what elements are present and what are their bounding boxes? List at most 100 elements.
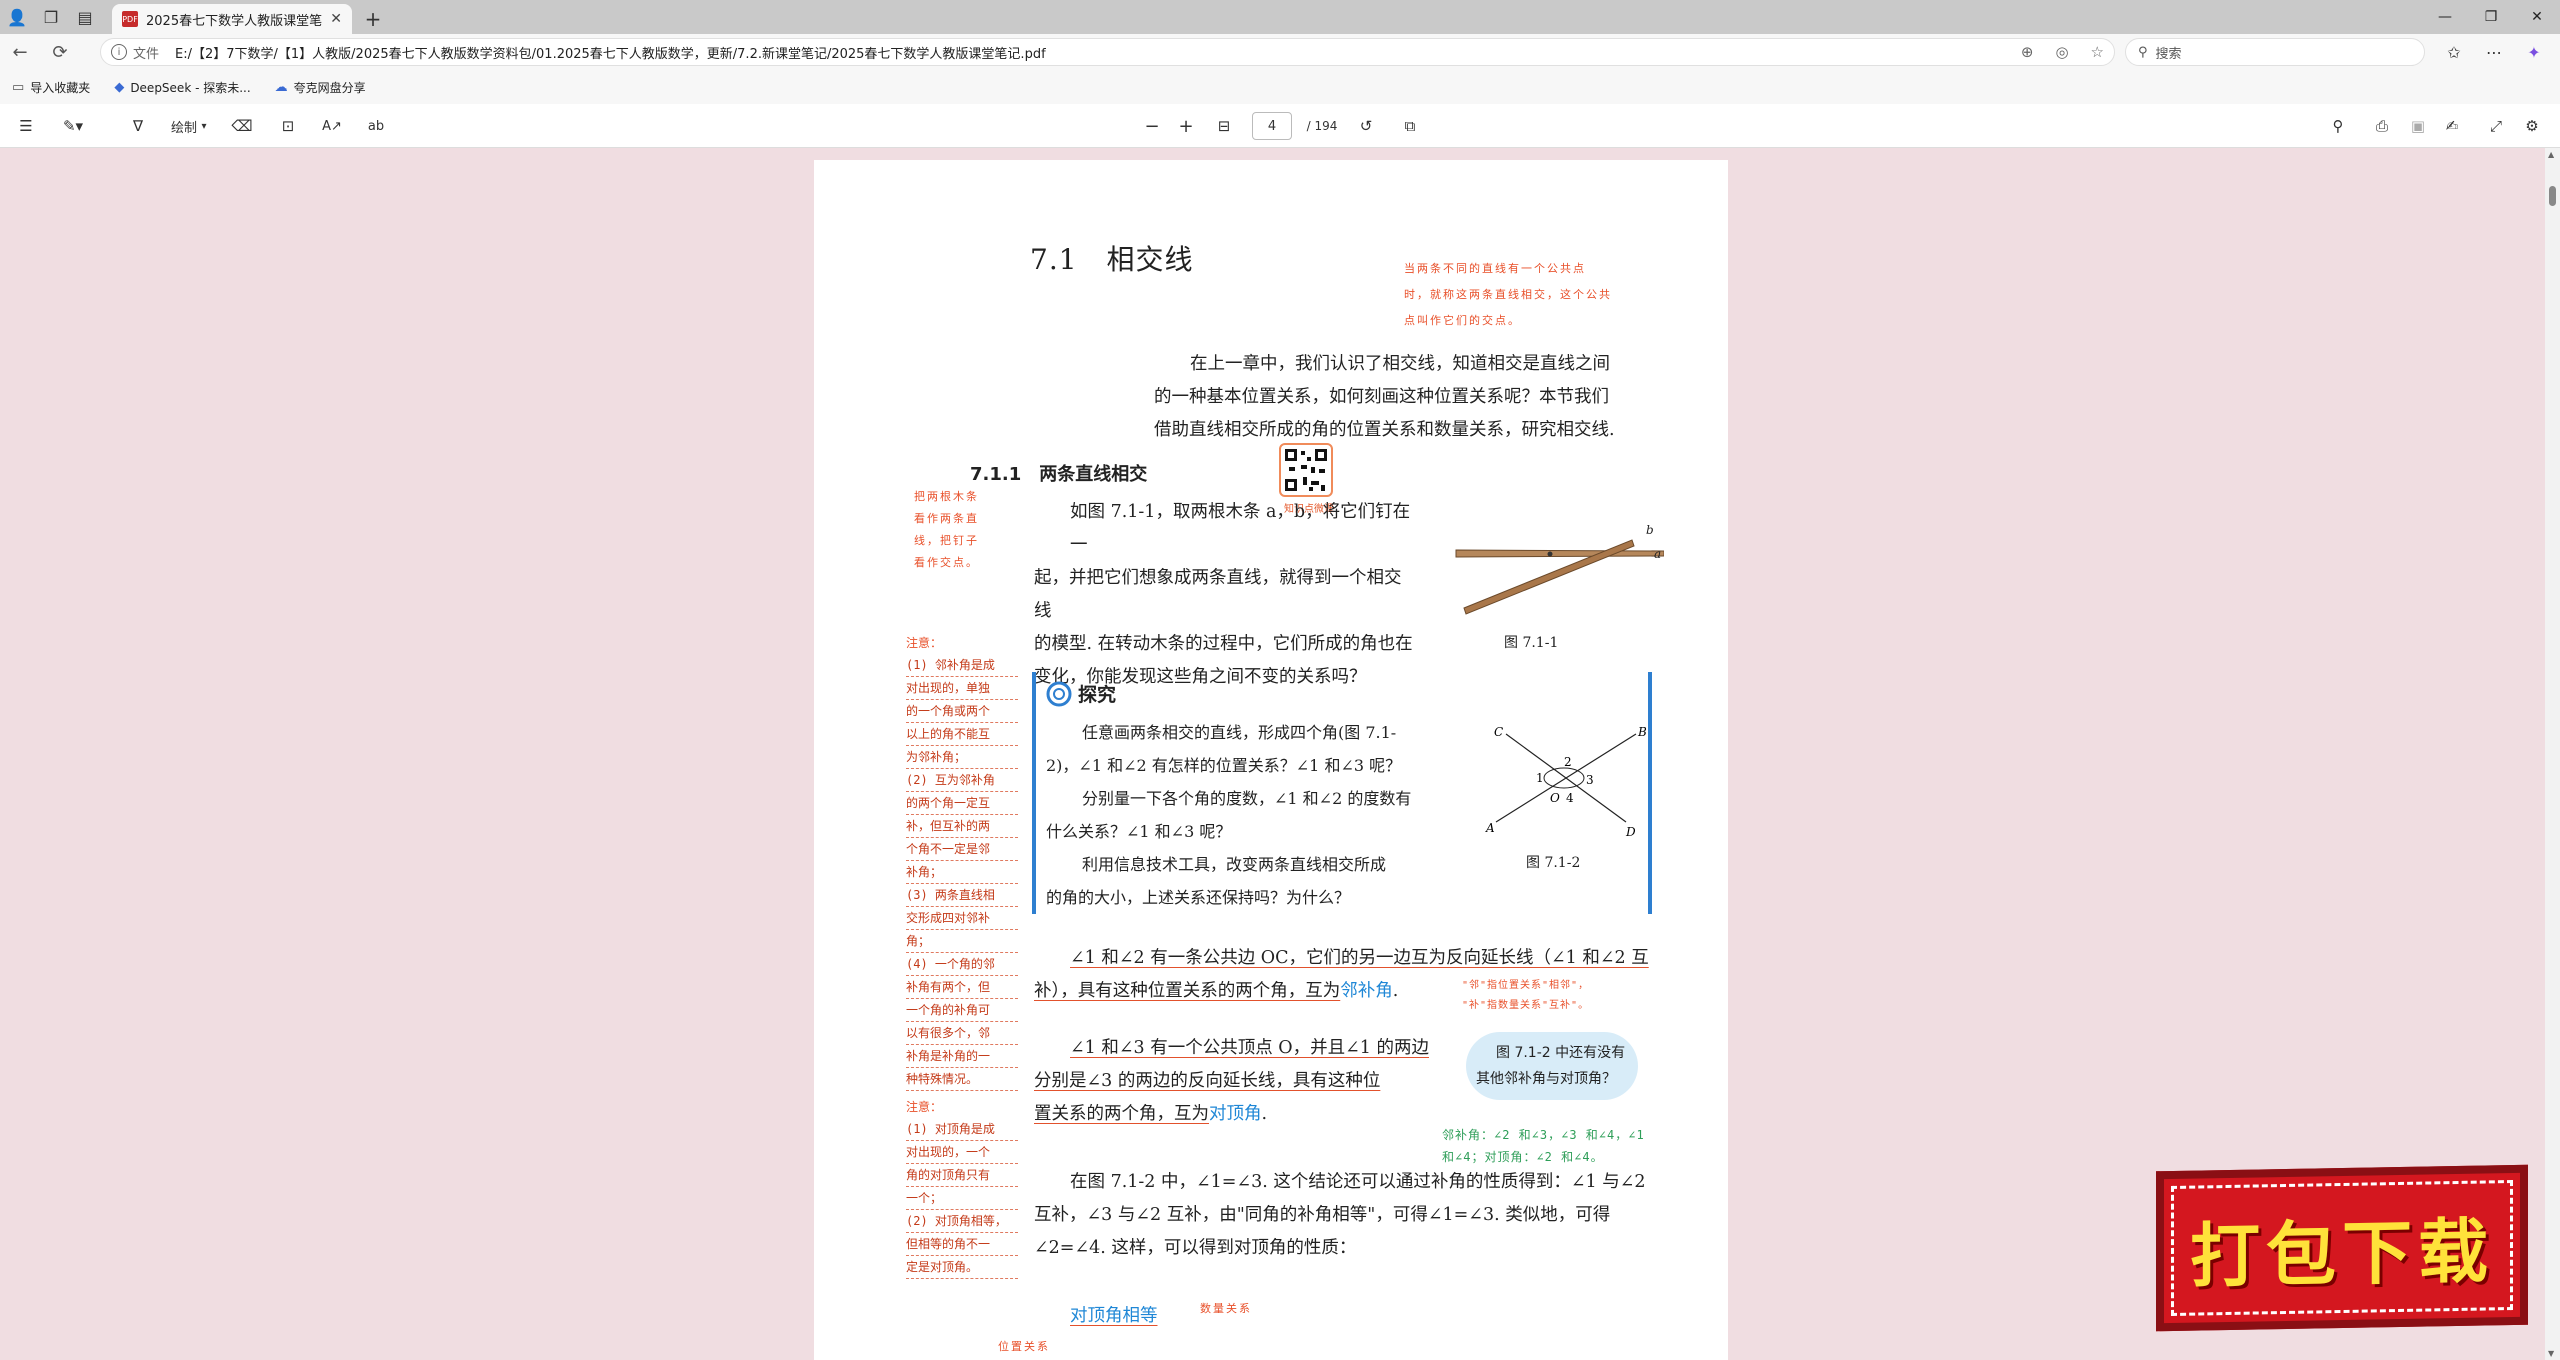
workspaces-icon[interactable]: ❐ [34, 0, 68, 34]
find-icon[interactable]: ⚲ [2326, 104, 2350, 148]
search-icon: ⚲ [2138, 44, 2148, 60]
address-bar[interactable]: i 文件 E:/【2】7下数学/【1】人教版/2025春七下人教版数学资料包/0… [100, 38, 2115, 66]
fullscreen-icon[interactable]: ⤢ [2484, 104, 2508, 148]
term-linbujiao: 邻补角 [1340, 981, 1393, 1001]
para-3: ∠1 和∠3 有一个公共顶点 O，并且∠1 的两边 分别是∠3 的两边的反向延长… [1034, 1038, 1429, 1124]
eraser-icon[interactable]: ⌫ [230, 104, 254, 148]
bookmarks-bar: ▭ 导入收藏夹 ◆ DeepSeek - 探索未... ☁ 夸克网盘分享 [0, 70, 2560, 104]
chevron-down-icon[interactable]: ▾ [196, 104, 212, 148]
para-1: 如图 7.1-1，取两根木条 a，b，将它们钉在一 起，并把它们想象成两条直线，… [1034, 502, 1413, 687]
left-note-1: 把两根木条 看作两条直 线，把钉子 看作交点。 [914, 490, 979, 569]
contents-icon[interactable]: ☰ [14, 104, 38, 148]
fig1-label-a: a [1654, 547, 1661, 561]
save-as-icon[interactable]: ✍ [2440, 104, 2464, 148]
url-text[interactable]: E:/【2】7下数学/【1】人教版/2025春七下人教版数学资料包/01.202… [175, 43, 2011, 62]
refresh-icon[interactable]: ⟳ [40, 34, 80, 70]
print-icon[interactable]: ⎙ [2370, 104, 2394, 148]
close-tab-icon[interactable]: ✕ [330, 11, 342, 27]
scroll-down-icon[interactable]: ▼ [2548, 1349, 2554, 1358]
new-tab-button[interactable]: + [358, 4, 388, 34]
favorite-star-icon[interactable]: ☆ [2091, 43, 2104, 61]
qr-pattern [1285, 449, 1327, 491]
rotate-icon[interactable]: ↺ [1354, 104, 1378, 148]
svg-text:C: C [1494, 725, 1503, 739]
fig1-label-b: b [1646, 523, 1654, 537]
copilot-icon[interactable]: ✦ [2516, 34, 2552, 70]
pdf-toolbar: ☰ ✎▾ ∇ 绘制 ▾ ⌫ ⊡ A↗ ab − + ⊟ 4 / 194 ↺ ⧉ … [0, 104, 2560, 148]
page-input-wrap: 4 [1252, 104, 1292, 148]
note-1: 注意： (1) 邻补角是成 对出现的，单独 的一个角或两个 以上的角不能互 为邻补角； … [906, 632, 1018, 1091]
note-2: 注意： (1) 对顶角是成 对出现的，一个 角的对顶角只有 一个； (2) 对顶角相等… [906, 1096, 1018, 1279]
fit-width-icon[interactable]: ⊟ [1210, 104, 1238, 148]
property-note-position: 位置关系 [998, 1340, 1050, 1353]
page-view-icon[interactable]: ⧉ [1398, 104, 1422, 148]
minimize-icon[interactable]: — [2422, 0, 2468, 34]
svg-text:D: D [1625, 825, 1636, 839]
favorites-icon[interactable]: ✩ [2436, 34, 2472, 70]
read-aloud-icon[interactable]: ◎ [2055, 43, 2068, 61]
download-banner[interactable]: 打包下载 [2156, 1164, 2528, 1332]
page-number-input[interactable]: 4 [1252, 112, 1292, 140]
scroll-thumb[interactable] [2549, 186, 2556, 206]
tab-actions-icon[interactable]: ▤ [68, 0, 102, 34]
bookmark-deepseek[interactable]: ◆ DeepSeek - 探索未... [114, 79, 250, 96]
text-box-icon[interactable]: ⊡ [276, 104, 300, 148]
restore-icon[interactable]: ❐ [2468, 0, 2514, 34]
svg-text:O: O [1550, 791, 1560, 805]
folder-icon: ▭ [12, 79, 25, 95]
explore-text: 任意画两条相交的直线，形成四个角(图 7.1- 2)，∠1 和∠2 有怎样的位置… [1046, 723, 1412, 907]
page-total: / 194 [1306, 119, 1338, 133]
fig2-caption: 图 7.1-2 [1526, 855, 1581, 871]
file-label: 文件 [133, 46, 160, 62]
question-bubble: 图 7.1-2 中还有没有 其他邻补角与对顶角？ [1466, 1032, 1638, 1100]
scroll-up-icon[interactable]: ▲ [2548, 150, 2554, 159]
intro-paragraph: 在上一章中，我们认识了相交线，知道相交是直线之间 的一种基本位置关系，如何刻画这… [1154, 354, 1615, 440]
translate-icon[interactable]: ab [362, 104, 390, 148]
term-duidingjiao: 对顶角 [1209, 1104, 1262, 1124]
pdf-icon: PDF [122, 11, 138, 27]
bookmark-import[interactable]: ▭ 导入收藏夹 [12, 79, 90, 96]
svg-text:4: 4 [1566, 791, 1574, 805]
text-size-icon[interactable]: A↗ [318, 104, 346, 148]
close-window-icon[interactable]: ✕ [2514, 0, 2560, 34]
property-term: 对顶角相等 [1070, 1306, 1158, 1326]
figure-7-1-1: b a [1455, 523, 1664, 615]
address-row: ← ⟳ i 文件 E:/【2】7下数学/【1】人教版/2025春七下人教版数学资… [0, 34, 2560, 70]
draw-icon[interactable]: ∇ [126, 104, 150, 148]
window-controls: — ❐ ✕ [2422, 0, 2560, 34]
tab-bar: 👤 ❐ ▤ PDF 2025春七下数学人教版课堂笔记.p ✕ + — ❐ ✕ [0, 0, 2560, 34]
para-4: 在图 7.1-2 中，∠1=∠3. 这个结论还可以通过补角的性质得到：∠1 与∠… [1034, 1172, 1646, 1258]
search-placeholder: 搜索 [2155, 46, 2182, 62]
highlight-icon[interactable]: ✎▾ [58, 104, 88, 148]
back-icon[interactable]: ← [0, 34, 40, 70]
svg-text:A: A [1485, 821, 1495, 835]
explore-box: 探究 任意画两条相交的直线，形成四个角(图 7.1- 2)，∠1 和∠2 有怎样… [1032, 672, 1652, 914]
zoom-in-icon[interactable]: + [1174, 104, 1198, 148]
more-icon[interactable]: ⋯ [2476, 34, 2512, 70]
search-box[interactable]: ⚲ 搜索 [2125, 38, 2425, 66]
save-icon[interactable]: ▣ [2406, 104, 2430, 148]
figure-7-1-2: A B C D O 1 2 3 4 [1485, 725, 1646, 839]
tab-title: 2025春七下数学人教版课堂笔记.p [146, 13, 323, 29]
bookmark-quark[interactable]: ☁ 夸克网盘分享 [275, 79, 366, 96]
tab-pdf[interactable]: PDF 2025春七下数学人教版课堂笔记.p ✕ [112, 4, 352, 34]
info-icon[interactable]: i [111, 44, 127, 60]
zoom-icon[interactable]: ⊕ [2021, 43, 2034, 61]
svg-text:2: 2 [1564, 755, 1572, 769]
subsection-title: 7.1.1 两条直线相交 [970, 464, 1148, 485]
svg-text:1: 1 [1536, 771, 1544, 785]
section-title: 7.1 相交线 [1030, 243, 1194, 276]
zoom-out-icon[interactable]: − [1140, 104, 1164, 148]
download-banner-label: 打包下载 [2190, 1208, 2494, 1298]
settings-gear-icon[interactable]: ⚙ [2520, 104, 2544, 148]
property-note-quantity: 数量关系 [1200, 1302, 1252, 1315]
fig1-caption: 图 7.1-1 [1504, 635, 1559, 651]
vertical-scrollbar[interactable]: ▲ ▼ [2545, 148, 2560, 1360]
profile-icon[interactable]: 👤 [0, 0, 34, 34]
explore-icon [1046, 681, 1072, 706]
pdf-page: 7.1 相交线 当两条不同的直线有一个公共点 时，就称这两条直线相交，这个公共 … [814, 160, 1728, 1360]
top-side-note: 当两条不同的直线有一个公共点 时，就称这两条直线相交，这个公共 点叫作它们的交点… [1404, 262, 1612, 327]
cloud-icon: ☁ [274, 79, 288, 95]
qr-code[interactable] [1279, 443, 1333, 497]
svg-text:B: B [1637, 725, 1646, 739]
